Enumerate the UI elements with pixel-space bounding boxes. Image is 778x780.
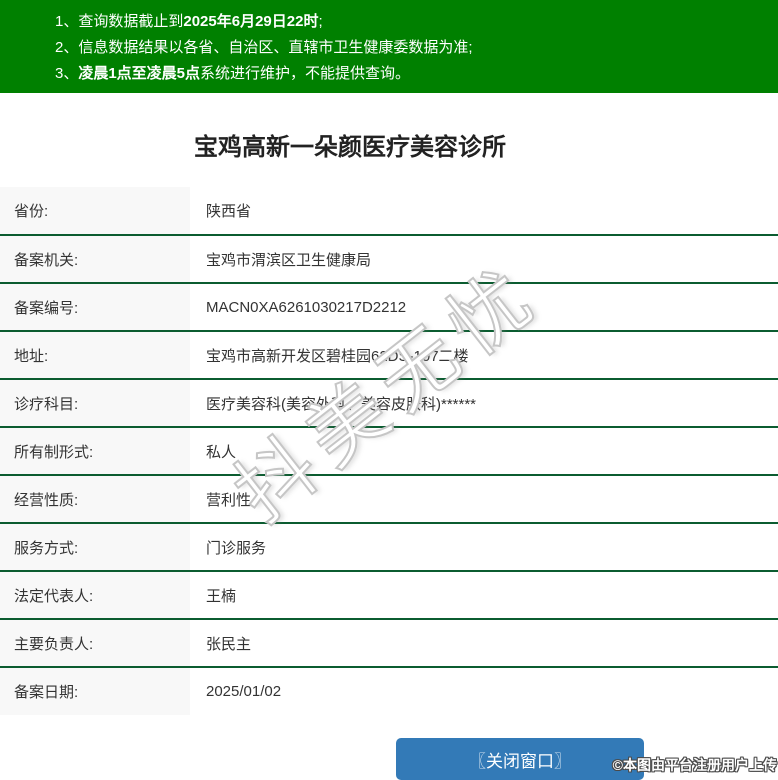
notice-line-1: 1、查询数据截止到2025年6月29日22时; [55, 9, 768, 35]
row-value: 医疗美容科(美容外科、美容皮肤科)****** [190, 379, 778, 427]
close-window-button[interactable]: 〖关闭窗口〗 [396, 738, 644, 780]
notice-1-text: 查询数据截止到 [78, 13, 183, 30]
notice-bar: 1、查询数据截止到2025年6月29日22时; 2、信息数据结果以各省、自治区、… [0, 0, 778, 93]
page-title: 宝鸡高新一朵颜医疗美容诊所 [0, 130, 700, 165]
table-row: 备案编号:MACN0XA6261030217D2212 [0, 283, 778, 331]
table-row: 备案机关:宝鸡市渭滨区卫生健康局 [0, 235, 778, 283]
row-label: 备案日期: [0, 667, 190, 715]
row-label: 备案编号: [0, 283, 190, 331]
row-value: 宝鸡市渭滨区卫生健康局 [190, 235, 778, 283]
row-label: 主要负责人: [0, 619, 190, 667]
notice-2-text: 信息数据结果以各省、自治区、直辖市卫生健康委数据为准; [78, 39, 472, 56]
row-label: 法定代表人: [0, 571, 190, 619]
table-row: 法定代表人:王楠 [0, 571, 778, 619]
notice-2-number: 2、 [55, 39, 78, 56]
table-row: 主要负责人:张民主 [0, 619, 778, 667]
table-row: 经营性质:营利性 [0, 475, 778, 523]
notice-3-bold: 凌晨1点至凌晨5点 [78, 65, 200, 82]
row-value: 2025/01/02 [190, 667, 778, 715]
row-label: 备案机关: [0, 235, 190, 283]
row-label: 所有制形式: [0, 427, 190, 475]
info-table: 省份:陕西省备案机关:宝鸡市渭滨区卫生健康局备案编号:MACN0XA626103… [0, 187, 778, 715]
table-row: 备案日期:2025/01/02 [0, 667, 778, 715]
upload-note: ©本图由平台注册用户上传 [613, 755, 777, 775]
row-value: 私人 [190, 427, 778, 475]
row-value: 营利性 [190, 475, 778, 523]
table-row: 服务方式:门诊服务 [0, 523, 778, 571]
notice-1-number: 1、 [55, 13, 78, 30]
table-row: 省份:陕西省 [0, 187, 778, 235]
row-value: 王楠 [190, 571, 778, 619]
row-label: 服务方式: [0, 523, 190, 571]
row-label: 地址: [0, 331, 190, 379]
table-row: 地址:宝鸡市高新开发区碧桂园62DS-107二楼 [0, 331, 778, 379]
notice-line-2: 2、信息数据结果以各省、自治区、直辖市卫生健康委数据为准; [55, 35, 768, 61]
row-label: 诊疗科目: [0, 379, 190, 427]
notice-line-3: 3、凌晨1点至凌晨5点系统进行维护，不能提供查询。 [55, 61, 768, 87]
table-row: 诊疗科目:医疗美容科(美容外科、美容皮肤科)****** [0, 379, 778, 427]
table-row: 所有制形式:私人 [0, 427, 778, 475]
row-label: 省份: [0, 187, 190, 235]
row-value: 门诊服务 [190, 523, 778, 571]
notice-3-text: 系统进行维护，不能提供查询。 [200, 65, 410, 82]
row-value: 陕西省 [190, 187, 778, 235]
row-value: 宝鸡市高新开发区碧桂园62DS-107二楼 [190, 331, 778, 379]
row-value: 张民主 [190, 619, 778, 667]
notice-1-bold: 2025年6月29日22时 [183, 13, 318, 30]
notice-1-suffix: ; [318, 13, 322, 30]
row-value: MACN0XA6261030217D2212 [190, 283, 778, 331]
notice-3-number: 3、 [55, 65, 78, 82]
row-label: 经营性质: [0, 475, 190, 523]
